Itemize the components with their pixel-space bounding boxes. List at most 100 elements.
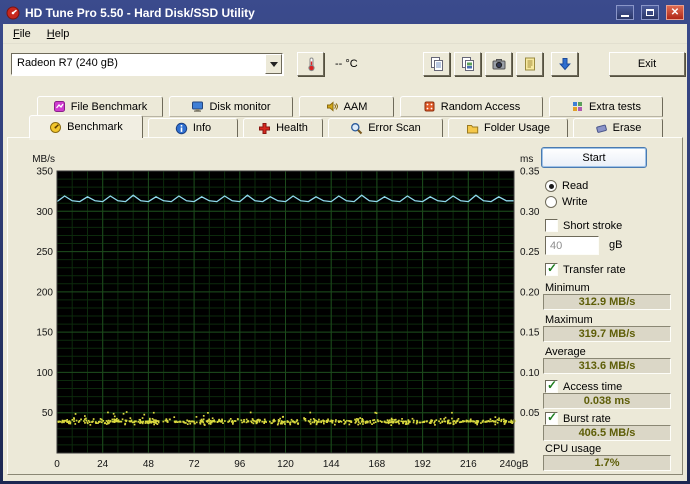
svg-text:150: 150 (36, 328, 53, 339)
minimize-button[interactable] (616, 5, 634, 20)
tab-error-scan[interactable]: Error Scan (328, 118, 443, 138)
maximize-button[interactable] (641, 5, 659, 20)
app-icon (6, 6, 20, 19)
health-cross-icon (259, 122, 271, 134)
svg-text:96: 96 (234, 459, 246, 470)
copy-image-icon (461, 57, 474, 71)
copy-image-button[interactable] (454, 52, 481, 76)
burst-rate-label: Burst rate (563, 412, 611, 425)
cpu-usage-value: 1.7% (543, 455, 671, 471)
monitor-icon (192, 101, 204, 112)
radio-circle-icon (545, 180, 557, 192)
close-button[interactable]: ✕ (666, 5, 684, 20)
file-benchmark-icon (53, 101, 65, 112)
minimum-label: Minimum (545, 282, 590, 294)
drive-select[interactable]: Radeon R7 (240 gB) (11, 53, 283, 75)
tab-label: Health (276, 122, 308, 134)
svg-text:0.25: 0.25 (520, 247, 540, 258)
svg-text:200: 200 (36, 287, 53, 298)
tab-aam[interactable]: AAM (299, 96, 394, 117)
maximum-value: 319.7 MB/s (543, 326, 671, 342)
maximum-label: Maximum (545, 314, 593, 326)
camera-icon (492, 59, 505, 70)
menu-file[interactable]: File (5, 25, 39, 43)
svg-text:0.30: 0.30 (520, 207, 540, 218)
tab-label: Random Access (440, 100, 521, 113)
svg-text:0.15: 0.15 (520, 328, 540, 339)
svg-text:48: 48 (143, 459, 155, 470)
svg-text:ms: ms (520, 154, 533, 165)
tab-label: File Benchmark (70, 100, 148, 113)
chevron-down-icon (269, 61, 278, 67)
tab-health[interactable]: Health (243, 118, 323, 138)
svg-text:0.35: 0.35 (520, 167, 540, 178)
tab-row-1: File Benchmark Disk monitor AAM Random A… (37, 96, 663, 117)
magnifier-icon (351, 122, 363, 134)
log-page-icon (524, 57, 535, 71)
temperature-button[interactable] (297, 52, 324, 76)
transfer-rate-label: Transfer rate (563, 263, 626, 276)
tab-disk-monitor[interactable]: Disk monitor (169, 96, 293, 117)
menu-help[interactable]: Help (39, 25, 78, 43)
checkbox-icon: ✓ (545, 219, 558, 232)
svg-text:300: 300 (36, 207, 53, 218)
access-time-checkbox[interactable]: ✓ Access time (545, 378, 623, 393)
copy-icon (430, 57, 443, 71)
start-button[interactable]: Start (541, 147, 647, 168)
svg-text:250: 250 (36, 247, 53, 258)
drive-select-value: Radeon R7 (240 gB) (17, 57, 118, 69)
save-button[interactable] (551, 52, 578, 76)
svg-text:240gB: 240gB (500, 459, 529, 470)
drive-select-arrow[interactable] (265, 54, 282, 74)
tab-benchmark[interactable]: Benchmark (29, 115, 143, 138)
svg-text:350: 350 (36, 167, 53, 178)
access-time-label: Access time (563, 380, 623, 393)
screenshot-button[interactable] (485, 52, 512, 76)
svg-text:0: 0 (54, 459, 60, 470)
svg-text:192: 192 (414, 459, 431, 470)
tab-folder-usage[interactable]: Folder Usage (448, 118, 568, 138)
short-stroke-checkbox[interactable]: ✓ Short stroke (545, 219, 622, 232)
write-radio[interactable]: Write (545, 196, 587, 208)
tab-label: Erase (612, 122, 642, 134)
copy-text-button[interactable] (423, 52, 450, 76)
benchmark-tab-page: MB/s ms 50 100 150 200 250 300 350 0.05 0.10 0.15 0.… (7, 137, 683, 475)
tab-info[interactable]: Info (148, 118, 238, 138)
tab-label: Disk monitor (209, 100, 271, 113)
tab-extra-tests[interactable]: Extra tests (549, 96, 663, 117)
speaker-icon (326, 101, 338, 112)
dice-icon (424, 101, 435, 112)
short-stroke-label: Short stroke (563, 219, 623, 232)
svg-text:72: 72 (189, 459, 201, 470)
folder-icon (466, 124, 479, 133)
tab-erase[interactable]: Erase (573, 118, 663, 138)
log-button[interactable] (516, 52, 543, 76)
svg-text:144: 144 (323, 459, 340, 470)
average-value: 313.6 MB/s (543, 358, 671, 374)
access-time-value: 0.038 ms (543, 393, 671, 409)
average-label: Average (545, 346, 586, 358)
svg-text:0.10: 0.10 (520, 368, 540, 379)
tab-label: Extra tests (589, 100, 641, 113)
svg-text:168: 168 (369, 459, 386, 470)
tab-label: Folder Usage (483, 122, 551, 134)
transfer-rate-checkbox[interactable]: ✓ Transfer rate (545, 261, 626, 276)
tab-label: Info (192, 122, 212, 134)
read-radio[interactable]: Read (545, 180, 588, 192)
radio-circle-icon (545, 196, 557, 208)
burst-rate-checkbox[interactable]: ✓ Burst rate (545, 410, 611, 425)
svg-text:24: 24 (97, 459, 109, 470)
window-title: HD Tune Pro 5.50 - Hard Disk/SSD Utility (25, 5, 255, 20)
title-bar: HD Tune Pro 5.50 - Hard Disk/SSD Utility… (3, 2, 687, 23)
svg-text:0.20: 0.20 (520, 287, 540, 298)
exit-button[interactable]: Exit (609, 52, 685, 76)
svg-text:120: 120 (277, 459, 294, 470)
short-stroke-size-input[interactable] (545, 236, 599, 255)
eraser-icon (595, 124, 607, 133)
svg-text:MB/s: MB/s (32, 154, 55, 165)
tab-file-benchmark[interactable]: File Benchmark (37, 96, 163, 117)
gauge-icon (50, 121, 62, 133)
tab-random-access[interactable]: Random Access (400, 96, 543, 117)
checkbox-icon: ✓ (545, 410, 558, 425)
read-label: Read (562, 180, 589, 192)
